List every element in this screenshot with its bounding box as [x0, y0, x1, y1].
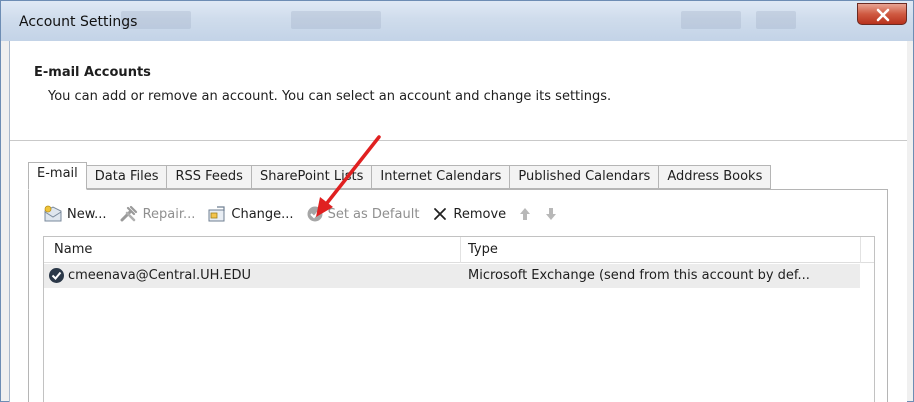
tab-area: E-mail Data Files RSS Feeds SharePoint L… [10, 142, 907, 402]
arrow-down-icon [546, 208, 557, 220]
repair-button-label: Repair... [142, 206, 196, 222]
tab-sharepoint-lists[interactable]: SharePoint Lists [251, 165, 373, 189]
blurred-background [756, 11, 796, 29]
default-account-check-icon [49, 268, 64, 283]
new-button-label: New... [67, 206, 107, 222]
section-title: E-mail Accounts [34, 65, 151, 80]
move-up-button[interactable] [518, 206, 532, 222]
remove-button-label: Remove [453, 206, 507, 222]
account-toolbar: New... Repair... Change... Set as Defaul… [43, 202, 570, 226]
table-row[interactable]: cmeenava@Central.UH.EDU Microsoft Exchan… [44, 264, 860, 288]
repair-button[interactable]: Repair... [119, 203, 196, 225]
blurred-background [681, 11, 741, 29]
section-description: You can add or remove an account. You ca… [48, 89, 612, 104]
remove-button[interactable]: Remove [431, 203, 506, 225]
change-button[interactable]: Change... [207, 203, 294, 225]
blurred-background [291, 11, 381, 29]
repair-tools-icon [120, 205, 137, 222]
dialog-header: E-mail Accounts You can add or remove an… [10, 41, 907, 141]
email-tab-panel: New... Repair... Change... Set as Defaul… [28, 189, 888, 402]
move-down-button[interactable] [544, 206, 558, 222]
tab-published-calendars[interactable]: Published Calendars [510, 165, 660, 189]
column-header-type[interactable]: Type [468, 242, 498, 257]
new-button[interactable]: New... [43, 203, 107, 225]
close-icon [876, 8, 890, 22]
column-header-name[interactable]: Name [54, 242, 92, 257]
column-divider[interactable] [860, 237, 861, 263]
account-settings-window: Account Settings E-mail Accounts You can… [0, 0, 914, 402]
dialog-client-area: E-mail Accounts You can add or remove an… [9, 41, 907, 402]
account-name: cmeenava@Central.UH.EDU [68, 268, 252, 283]
tab-address-books[interactable]: Address Books [659, 165, 772, 189]
arrow-up-icon [520, 208, 531, 220]
accounts-list[interactable]: Name Type cmeenava@Central.UH.EDU Micros… [43, 236, 875, 402]
title-bar[interactable]: Account Settings [1, 1, 913, 41]
column-divider[interactable] [460, 237, 461, 263]
tab-strip: E-mail Data Files RSS Feeds SharePoint L… [28, 162, 772, 190]
tab-internet-calendars[interactable]: Internet Calendars [372, 165, 511, 189]
list-header: Name Type [44, 237, 874, 263]
set-as-default-button[interactable]: Set as Default [306, 203, 420, 225]
change-button-label: Change... [231, 206, 294, 222]
close-button[interactable] [857, 3, 907, 25]
tab-email[interactable]: E-mail [28, 162, 87, 190]
remove-x-icon [434, 208, 447, 220]
tab-rss-feeds[interactable]: RSS Feeds [167, 165, 252, 189]
window-title: Account Settings [19, 14, 138, 30]
tab-data-files[interactable]: Data Files [86, 165, 168, 189]
change-settings-icon [208, 206, 225, 222]
new-mail-icon [44, 205, 62, 222]
account-type: Microsoft Exchange (send from this accou… [468, 268, 810, 283]
check-circle-icon [307, 206, 323, 222]
set-as-default-label: Set as Default [327, 206, 420, 222]
